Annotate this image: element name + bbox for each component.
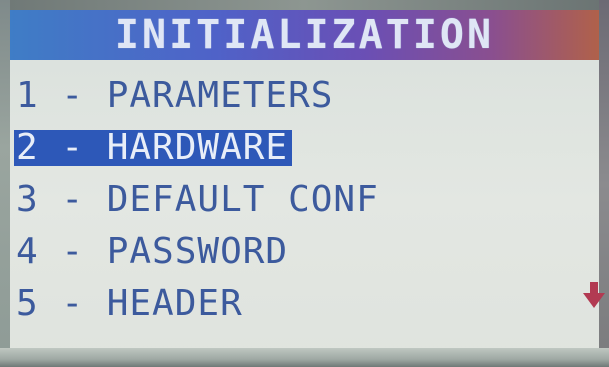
bezel-top (0, 0, 609, 10)
menu-item-label: 4 - PASSWORD (16, 231, 289, 272)
arrow-down-icon (583, 282, 605, 308)
title-bar: INITIALIZATION (10, 10, 599, 60)
bezel-left (0, 0, 10, 367)
menu-item-label: 1 - PARAMETERS (16, 75, 334, 116)
menu-item-label: 3 - DEFAULT CONF (16, 179, 379, 220)
bezel-right (599, 0, 609, 367)
menu-item-header[interactable]: 5 - HEADER (14, 278, 584, 330)
lcd-screen: INITIALIZATION 1 - PARAMETERS 2 - HARDWA… (0, 0, 609, 367)
menu-item-password[interactable]: 4 - PASSWORD (14, 226, 584, 278)
bezel-bottom (0, 348, 609, 367)
menu-item-parameters[interactable]: 1 - PARAMETERS (14, 70, 584, 122)
menu-item-default-conf[interactable]: 3 - DEFAULT CONF (14, 174, 584, 226)
screen-title: INITIALIZATION (114, 12, 495, 58)
menu-item-hardware[interactable]: 2 - HARDWARE (14, 122, 584, 174)
menu-item-label: 5 - HEADER (16, 283, 243, 324)
menu-list: 1 - PARAMETERS 2 - HARDWARE 3 - DEFAULT … (14, 70, 584, 330)
menu-item-label: 2 - HARDWARE (14, 130, 293, 166)
